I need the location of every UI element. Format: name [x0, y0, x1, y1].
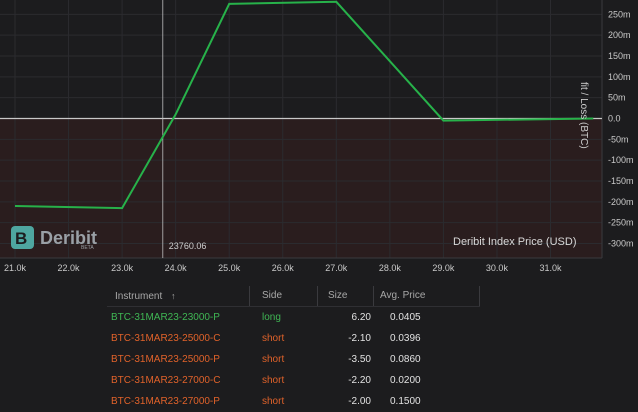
x-tick-label: 28.0k [379, 263, 402, 273]
x-tick-label: 26.0k [272, 263, 295, 273]
x-axis-label: Deribit Index Price (USD) [453, 236, 576, 248]
table-row[interactable]: BTC-31MAR23-25000-P short -3.50 0.0860 [107, 349, 480, 370]
x-tick-label: 31.0k [539, 263, 562, 273]
y-tick-label: -200m [608, 197, 634, 207]
x-tick-label: 25.0k [218, 263, 241, 273]
column-avg-price[interactable]: Avg. Price [374, 286, 480, 306]
y-tick-label: 100m [608, 72, 631, 82]
avg-price-cell: 0.0405 [390, 312, 421, 323]
instrument-cell: BTC-31MAR23-25000-P [111, 354, 220, 365]
deribit-logo-beta: BETA [81, 245, 94, 251]
y-tick-label: 150m [608, 51, 631, 61]
size-cell: 6.20 [351, 312, 371, 323]
side-cell: short [262, 354, 285, 365]
avg-price-cell: 0.0200 [390, 375, 421, 386]
header-size: Size [328, 290, 348, 301]
side-cell: long [262, 312, 281, 323]
header-avg-price: Avg. Price [380, 290, 426, 301]
x-tick-label: 27.0k [325, 263, 348, 273]
payoff-chart[interactable]: 250m 200m 150m 100m 50m 0.0 -50m -100m -150m -200… [0, 0, 638, 286]
y-axis-label: fit / Loss (BTC) [578, 82, 589, 149]
x-tick-label: 23.0k [111, 263, 134, 273]
table-row[interactable]: BTC-31MAR23-25000-C short -2.10 0.0396 [107, 328, 480, 349]
y-tick-label: -250m [608, 218, 634, 228]
positions-table: Instrument ↑ Side Size Avg. Price BTC-31… [107, 286, 480, 412]
deribit-logo: B Deribit BETA [11, 226, 97, 251]
table-header: Instrument ↑ Side Size Avg. Price [107, 286, 480, 307]
avg-price-cell: 0.0860 [390, 354, 421, 365]
instrument-cell: BTC-31MAR23-23000-P [111, 312, 220, 323]
x-tick-label: 29.0k [432, 263, 455, 273]
y-tick-label: -150m [608, 176, 634, 186]
y-tick-label: 0.0 [608, 114, 621, 124]
x-tick-label: 22.0k [58, 263, 81, 273]
y-tick-label: 50m [608, 93, 626, 103]
x-tick-label: 30.0k [486, 263, 509, 273]
x-tick-label: 21.0k [4, 263, 27, 273]
table-row[interactable]: BTC-31MAR23-27000-C short -2.20 0.0200 [107, 370, 480, 391]
y-tick-label: -300m [608, 239, 634, 249]
table-body: BTC-31MAR23-23000-P long 6.20 0.0405 BTC-31M… [107, 307, 480, 412]
y-tick-label: 200m [608, 30, 631, 40]
column-instrument[interactable]: Instrument ↑ [107, 286, 250, 306]
column-size[interactable]: Size [318, 286, 374, 306]
side-cell: short [262, 375, 285, 386]
header-instrument: Instrument [115, 291, 163, 302]
table-row[interactable]: BTC-31MAR23-23000-P long 6.20 0.0405 [107, 307, 480, 328]
y-tick-label: -50m [608, 134, 629, 144]
size-cell: -2.10 [348, 333, 371, 344]
y-tick-label: -100m [608, 155, 634, 165]
instrument-cell: BTC-31MAR23-25000-C [111, 333, 221, 344]
side-cell: short [262, 333, 285, 344]
deribit-logo-glyph: B [15, 229, 27, 248]
x-tick-label: 24.0k [165, 263, 188, 273]
avg-price-cell: 0.0396 [390, 333, 421, 344]
size-cell: -2.20 [348, 375, 371, 386]
column-side[interactable]: Side [250, 286, 318, 306]
y-tick-label: 250m [608, 9, 631, 19]
sort-arrow-icon[interactable]: ↑ [171, 291, 176, 301]
instrument-cell: BTC-31MAR23-27000-C [111, 375, 221, 386]
header-side: Side [262, 290, 283, 301]
size-cell: -3.50 [348, 354, 371, 365]
crosshair-label: 23760.06 [169, 241, 207, 251]
